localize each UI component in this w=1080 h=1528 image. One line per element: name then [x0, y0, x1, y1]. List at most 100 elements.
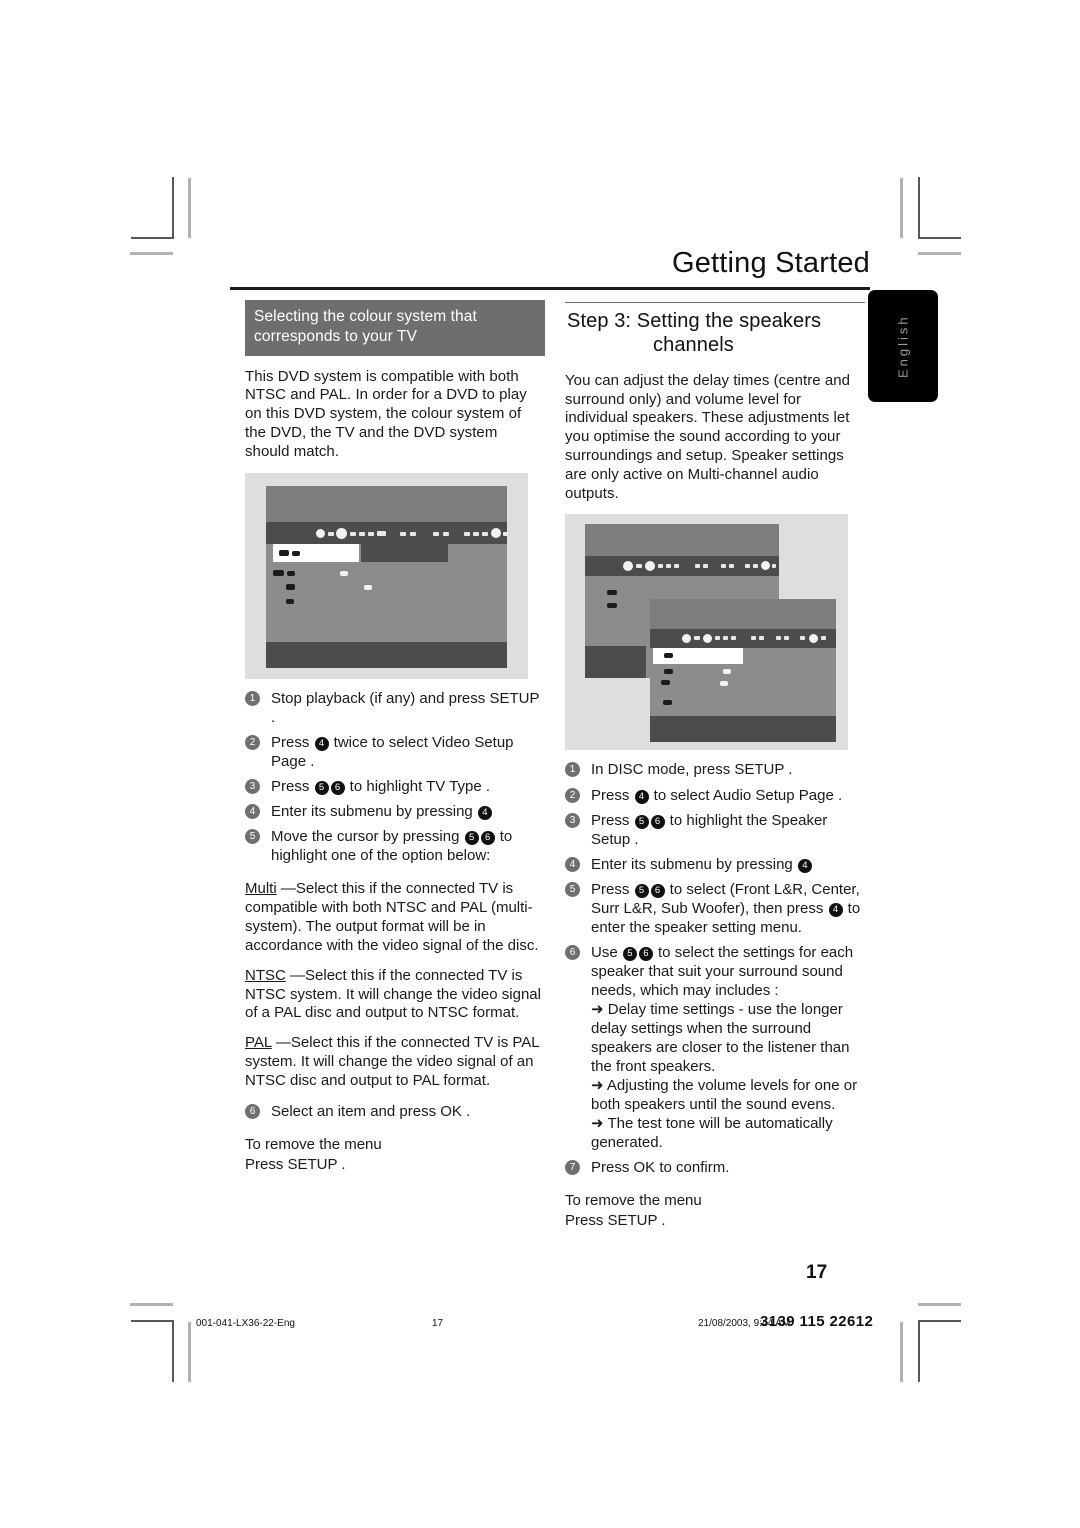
osd-icon — [703, 634, 712, 644]
sub-bullet-text: Adjusting the volume levels for one or b… — [591, 1077, 858, 1114]
remote-key-icon: 5 — [314, 780, 329, 795]
crop-mark-top-right-v — [918, 177, 920, 239]
osd-text-blob — [607, 590, 617, 596]
osd-icon — [410, 531, 416, 536]
audio-setup-screenshot — [565, 514, 848, 751]
osd-icon — [658, 564, 663, 569]
step-number: 4 — [245, 803, 260, 819]
video-setup-screenshot — [245, 472, 528, 679]
remote-key-icon: 6 — [650, 814, 665, 829]
osd-text-blob — [286, 598, 294, 604]
osd-icon — [473, 531, 479, 536]
remote-key-icon: 4 — [797, 858, 812, 873]
right-steps-list: 1 In DISC mode, press SETUP . 2 Press 4 … — [565, 760, 865, 1177]
reg-mark-bottom-left-h — [130, 1303, 173, 1306]
osd-icon — [350, 531, 356, 536]
osd-icon — [751, 636, 756, 641]
page-number: 17 — [806, 1262, 828, 1283]
step-text: Press — [591, 786, 634, 804]
option-multi: Multi —Select this if the connected TV i… — [245, 880, 545, 956]
remote-key-icon: 6 — [638, 946, 653, 961]
step-number: 2 — [565, 787, 580, 803]
step-text: Move the cursor by pressing — [271, 828, 464, 845]
osd-icon — [682, 634, 691, 644]
remote-key-icon: 5 — [634, 883, 649, 898]
remote-key-icon: 5 — [634, 814, 649, 829]
reg-mark-top-right-v — [900, 178, 903, 238]
osd-icon — [377, 530, 386, 536]
remote-key-icon: 6 — [480, 831, 495, 845]
osd-icon — [328, 531, 334, 536]
osd-icon — [800, 636, 805, 641]
footer-document-code: 3139 115 22612 — [760, 1313, 874, 1330]
footer-file-name: 001-041-LX36-22-Eng — [196, 1318, 295, 1329]
osd-icon — [503, 531, 508, 536]
option-description: —Select this if the connected TV is NTSC… — [245, 966, 541, 1022]
osd-text-blob — [607, 603, 617, 609]
step-number: 5 — [245, 829, 260, 844]
osd-text-blob — [664, 669, 673, 675]
osd-bottom-bar — [650, 716, 836, 743]
option-description: —Select this if the connected TV is comp… — [245, 880, 539, 954]
osd-icon — [336, 527, 347, 539]
language-tab-label: English — [895, 314, 911, 378]
reg-mark-top-left-h — [130, 252, 173, 255]
option-description: —Select this if the connected TV is PAL … — [245, 1034, 540, 1090]
reg-mark-bottom-right-v — [900, 1322, 903, 1382]
osd-icon — [433, 531, 439, 536]
step-item: 6 Select an item and press OK . — [245, 1102, 545, 1121]
step-item: 5 Press 56 to select (Front L&R, Center,… — [565, 880, 865, 937]
osd-icon — [729, 564, 734, 569]
crop-mark-top-left-v — [172, 177, 174, 239]
osd-tab-bar — [266, 521, 508, 544]
step-item: 3 Press 56 to highlight the Speaker Setu… — [565, 811, 865, 849]
right-intro-paragraph: You can adjust the delay times (centre a… — [565, 371, 851, 502]
arrow-bullet-icon: ➜ — [591, 1077, 604, 1095]
footer-file-page: 17 — [432, 1318, 444, 1329]
page-title: Getting Started — [671, 247, 870, 279]
remote-key-icon: 5 — [622, 946, 637, 961]
step-item: 2 Press 4 twice to select Video Setup Pa… — [245, 733, 545, 771]
language-tab-english: English — [868, 290, 938, 402]
osd-icon — [443, 531, 449, 536]
osd-icon — [636, 564, 642, 569]
option-pal: PAL —Select this if the connected TV is … — [245, 1034, 545, 1091]
left-intro-paragraph: This DVD system is compatible with both … — [245, 367, 527, 460]
osd-text-blob — [364, 584, 372, 590]
sub-bullet-text: The test tone will be automatically gene… — [591, 1115, 833, 1152]
step-item: 6 Use 56 to select the settings for each… — [565, 943, 865, 1153]
osd-icon — [666, 564, 671, 569]
osd-icon — [759, 636, 764, 641]
osd-screen — [266, 485, 508, 668]
reg-mark-top-right-h — [918, 252, 961, 255]
crop-mark-top-right-h — [918, 237, 961, 239]
step-text: In DISC mode, press SETUP . — [591, 761, 793, 779]
step-number: 4 — [565, 856, 580, 872]
step-heading-divider — [565, 302, 865, 303]
header-divider — [230, 287, 870, 290]
sub-bullet-text: Delay time settings - use the longer del… — [591, 1000, 850, 1076]
osd-text-blob — [273, 569, 284, 576]
step-text: Press — [271, 733, 314, 751]
osd-tab-bar — [585, 556, 779, 577]
crop-mark-bottom-left-v — [172, 1320, 174, 1382]
step3-heading: Step 3: Setting the speakers channels — [567, 309, 865, 358]
step-text: Use — [591, 943, 622, 961]
step-text: Press — [591, 811, 634, 829]
remote-key-icon: 4 — [314, 736, 329, 751]
step-title-line2: channels — [653, 334, 734, 357]
option-term: NTSC — [245, 966, 286, 984]
option-ntsc: NTSC —Select this if the connected TV is… — [245, 967, 545, 1024]
remove-menu-line2: Press SETUP . — [565, 1211, 666, 1229]
osd-icon — [694, 636, 700, 641]
osd-top-area — [650, 599, 836, 630]
step-number: 2 — [245, 734, 260, 750]
osd-icon — [721, 564, 726, 569]
arrow-bullet-icon: ➜ — [591, 1000, 604, 1018]
osd-icon — [731, 636, 736, 641]
step-text: Press OK to confirm. — [591, 1159, 730, 1177]
osd-text-blob — [720, 681, 728, 687]
osd-icon — [695, 564, 700, 569]
osd-icon — [400, 531, 406, 536]
step-title-line1: Setting the speakers — [636, 310, 822, 332]
